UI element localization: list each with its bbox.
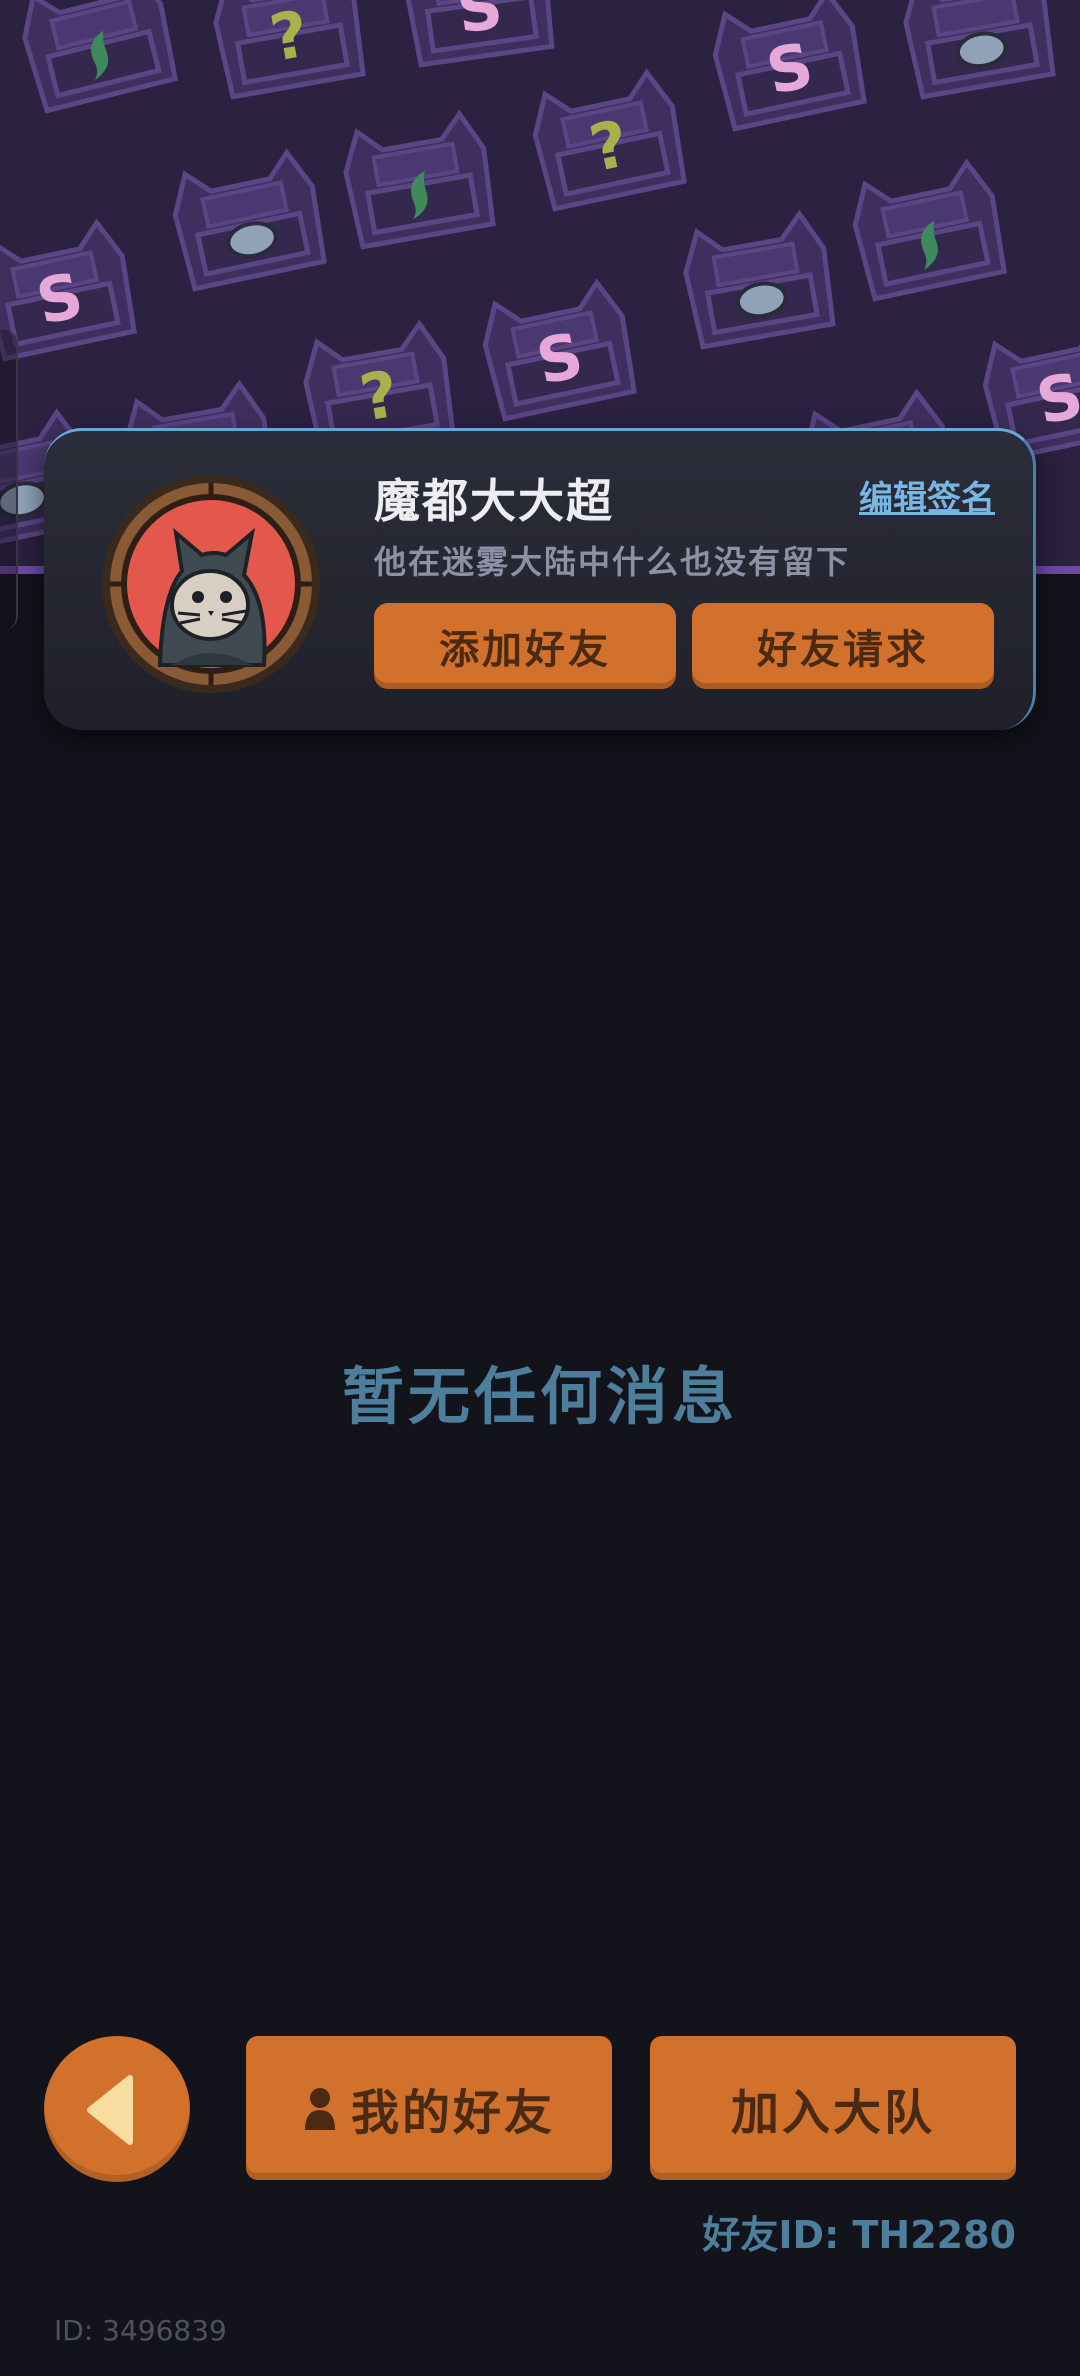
- my-friends-button[interactable]: 我的好友: [246, 2036, 612, 2180]
- nickname: 魔都大大超: [374, 474, 614, 528]
- friends-screen: ? S S ? S ? S S 魔都大大超 编辑签名 他在迷雾大陆中什么也没有留…: [0, 0, 1080, 2376]
- user-id-text: ID: 3496839: [54, 2314, 227, 2347]
- signature-text: 他在迷雾大陆中什么也没有留下: [374, 543, 851, 581]
- empty-messages-text: 暂无任何消息: [341, 1360, 738, 1433]
- add-friend-button[interactable]: 添加好友: [374, 603, 676, 689]
- join-team-button[interactable]: 加入大队: [650, 2036, 1016, 2180]
- friend-id-text: 好友ID: TH2280: [702, 2213, 1016, 2257]
- friend-request-button[interactable]: 好友请求: [692, 603, 994, 689]
- person-icon: [304, 2088, 335, 2130]
- hooded-cat-avatar-icon[interactable]: [102, 475, 320, 693]
- triangle-left-icon: [87, 2075, 133, 2145]
- back-button[interactable]: [44, 2036, 190, 2182]
- side-drawer-handle[interactable]: [0, 330, 18, 630]
- my-friends-label: 我的好友: [350, 2085, 555, 2141]
- profile-card: 魔都大大超 编辑签名 他在迷雾大陆中什么也没有留下 添加好友 好友请求: [44, 428, 1036, 730]
- edit-signature-link[interactable]: 编辑签名: [859, 471, 995, 520]
